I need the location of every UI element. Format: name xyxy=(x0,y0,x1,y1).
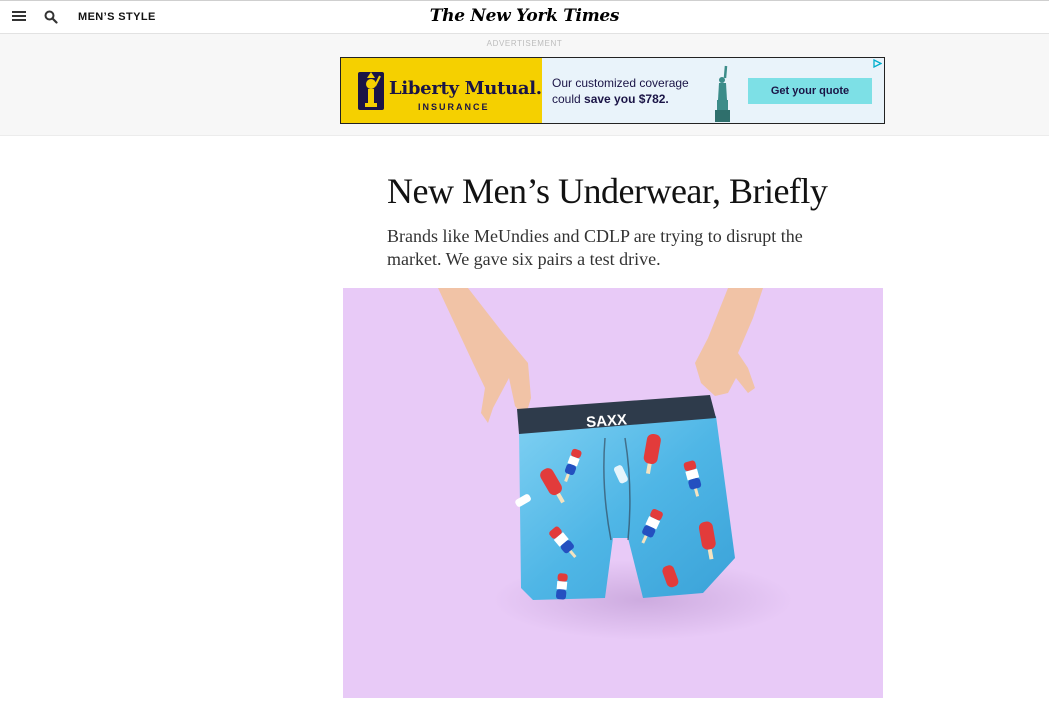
hero-image: SAXX xyxy=(343,288,883,698)
article-summary: Brands like MeUndies and CDLP are trying… xyxy=(387,226,803,269)
liberty-mutual-ad[interactable]: Liberty Mutual. INSURANCE Our customized… xyxy=(340,57,885,124)
waistband-logo-text: SAXX xyxy=(586,411,628,431)
statue-icon xyxy=(715,65,730,122)
ad-offer-panel: Our customized coverage could save you $… xyxy=(542,58,884,123)
article-headline: New Men’s Underwear, Briefly xyxy=(387,171,828,211)
right-hand xyxy=(695,288,763,396)
ad-copy-line2-savings: save you $782. xyxy=(584,92,669,106)
ad-copy-line1: Our customized coverage xyxy=(552,76,689,90)
top-nav-bar: MEN’S STYLE The New York Times xyxy=(0,0,1049,34)
left-hand xyxy=(438,288,531,423)
ad-label: ADVERTISEMENT xyxy=(486,39,563,48)
ad-brand-name: Liberty Mutual. xyxy=(389,78,542,99)
ad-brand-panel: Liberty Mutual. INSURANCE xyxy=(341,58,542,123)
get-quote-button[interactable]: Get your quote xyxy=(748,78,872,104)
ad-band: ADVERTISEMENT Liberty Mutual. INSURANCE … xyxy=(0,34,1049,136)
liberty-logo-icon xyxy=(358,72,384,110)
hero-illustration: SAXX xyxy=(438,288,793,640)
nyt-masthead-logo[interactable]: The New York Times xyxy=(0,6,1049,26)
ad-copy-line2: could save you $782. xyxy=(552,92,669,106)
ad-copy-line2-prefix: could xyxy=(552,92,585,106)
adchoices-icon[interactable] xyxy=(873,59,882,68)
ad-brand-subtitle: INSURANCE xyxy=(418,102,490,112)
